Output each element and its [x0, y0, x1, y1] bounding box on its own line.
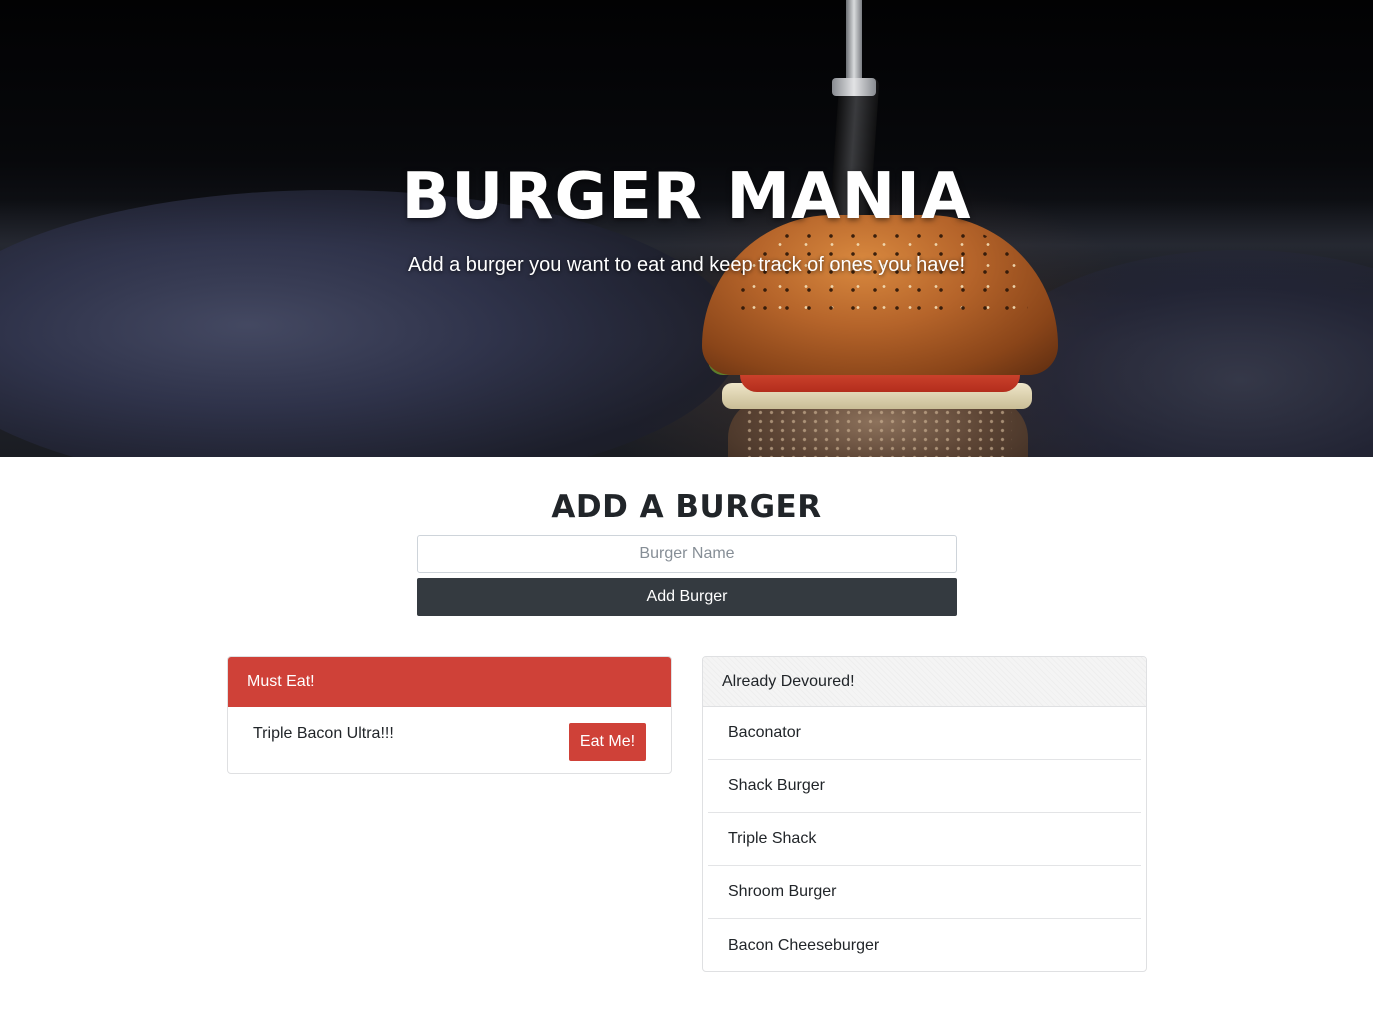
list-item: Shroom Burger: [708, 866, 1141, 919]
burger-name: Triple Bacon Ultra!!!: [253, 725, 394, 742]
hero-subtitle: Add a burger you want to eat and keep tr…: [407, 254, 966, 276]
must-eat-card: Must Eat! Triple Bacon Ultra!!! Eat Me!: [227, 656, 672, 774]
list-item: Baconator: [708, 707, 1141, 760]
list-item: Triple Bacon Ultra!!! Eat Me!: [228, 707, 671, 773]
devoured-card: Already Devoured! Baconator Shack Burger…: [702, 656, 1147, 972]
knife-blade-image: [846, 0, 862, 90]
add-burger-heading: ADD A BURGER: [551, 489, 822, 525]
burger-name-input[interactable]: [417, 535, 957, 573]
devoured-header: Already Devoured!: [703, 657, 1146, 707]
add-burger-button[interactable]: Add Burger: [417, 578, 957, 616]
hero-title: BURGER MANIA: [401, 160, 972, 234]
add-burger-form: ADD A BURGER Add Burger: [0, 457, 1373, 637]
must-eat-header: Must Eat!: [228, 657, 671, 707]
list-item: Bacon Cheeseburger: [728, 936, 880, 954]
knife-bolster-image: [832, 78, 876, 96]
list-item: Triple Shack: [708, 813, 1141, 866]
eat-me-button[interactable]: Eat Me!: [569, 723, 646, 761]
hero-banner: BURGER MANIA Add a burger you want to ea…: [0, 0, 1373, 457]
list-item: Shack Burger: [708, 760, 1141, 813]
devoured-list: Baconator Shack Burger Triple Shack Shro…: [703, 707, 1146, 971]
